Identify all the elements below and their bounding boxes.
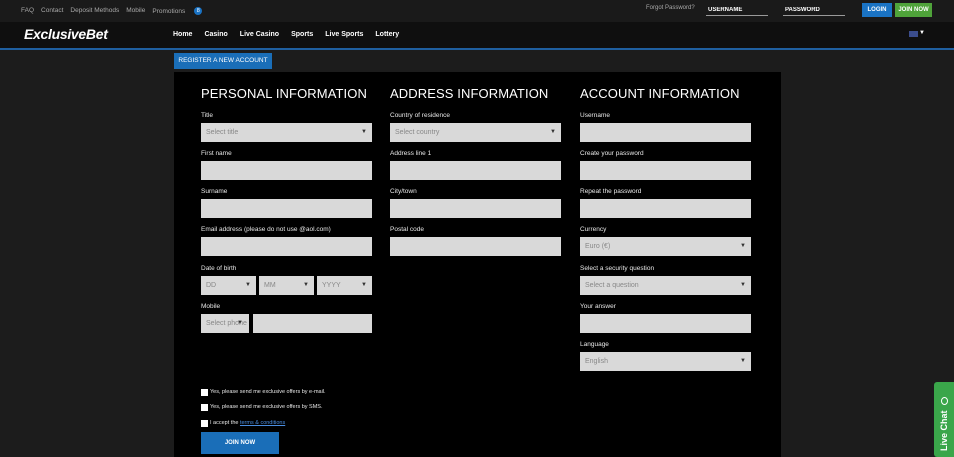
nav-home[interactable]: Home xyxy=(173,31,192,38)
top-bar: FAQ Contact Deposit Methods Mobile Promo… xyxy=(0,0,954,22)
chevron-down-icon: ▼ xyxy=(237,320,243,326)
title-select[interactable]: Select title ▼ xyxy=(201,123,372,142)
city-field[interactable] xyxy=(390,199,561,218)
username-login-input[interactable] xyxy=(706,4,768,16)
phone-prefix-select[interactable]: Select phone ▼ xyxy=(201,314,249,333)
terms-prefix: I accept the xyxy=(210,420,239,426)
chevron-down-icon[interactable]: ▼ xyxy=(919,30,925,36)
chevron-down-icon: ▼ xyxy=(550,129,556,135)
address-line-field[interactable] xyxy=(390,161,561,180)
chat-bubble-icon xyxy=(941,397,948,406)
nav-live-sports[interactable]: Live Sports xyxy=(325,31,363,38)
contact-link[interactable]: Contact xyxy=(41,7,63,15)
country-label: Country of residence xyxy=(390,112,450,119)
join-now-button[interactable]: JOIN NOW xyxy=(201,432,279,454)
chevron-down-icon: ▼ xyxy=(361,129,367,135)
country-select[interactable]: Select country ▼ xyxy=(390,123,561,142)
login-button[interactable]: LOGIN xyxy=(862,3,892,17)
chevron-down-icon: ▼ xyxy=(740,243,746,249)
live-chat-label: Live Chat xyxy=(939,410,949,451)
live-chat-button[interactable]: Live Chat xyxy=(934,382,954,457)
title-select-value: Select title xyxy=(206,129,239,136)
dob-year-select[interactable]: YYYY ▼ xyxy=(317,276,372,295)
terms-checkbox[interactable] xyxy=(201,420,208,427)
password-login-input[interactable] xyxy=(783,4,845,16)
language-flag-icon[interactable] xyxy=(909,31,918,37)
postal-code-field[interactable] xyxy=(390,237,561,256)
dob-day-select[interactable]: DD ▼ xyxy=(201,276,256,295)
faq-link[interactable]: FAQ xyxy=(21,7,34,15)
repeat-password-label: Repeat the password xyxy=(580,188,642,195)
language-label: Language xyxy=(580,341,609,348)
main-nav: Home Casino Live Casino Sports Live Spor… xyxy=(173,31,411,38)
answer-field[interactable] xyxy=(580,314,751,333)
nav-lottery[interactable]: Lottery xyxy=(375,31,399,38)
dob-day-value: DD xyxy=(206,282,217,289)
nav-divider xyxy=(0,48,954,50)
terms-link[interactable]: terms & conditions xyxy=(240,420,285,426)
currency-select[interactable]: Euro (€) ▼ xyxy=(580,237,751,256)
personal-info-title: PERSONAL INFORMATION xyxy=(201,86,367,101)
email-label: Email address (please do not use @aol.co… xyxy=(201,226,331,233)
language-select[interactable]: English ▼ xyxy=(580,352,751,371)
username-label: Username xyxy=(580,112,610,119)
site-logo[interactable]: ExclusiveBet xyxy=(24,26,108,42)
sms-offers-label: Yes, please send me exclusive offers by … xyxy=(210,404,323,410)
email-offers-label: Yes, please send me exclusive offers by … xyxy=(210,389,326,395)
security-question-value: Select a question xyxy=(585,282,639,289)
address-line-label: Address line 1 xyxy=(390,150,432,157)
chevron-down-icon: ▼ xyxy=(740,282,746,288)
chevron-down-icon: ▼ xyxy=(361,282,367,288)
registration-panel: PERSONAL INFORMATION Title Select title … xyxy=(174,72,781,457)
main-nav-bar: ExclusiveBet Home Casino Live Casino Spo… xyxy=(0,22,954,48)
city-label: City/town xyxy=(390,188,417,195)
security-question-select[interactable]: Select a question ▼ xyxy=(580,276,751,295)
title-label: Title xyxy=(201,112,214,119)
repeat-password-field[interactable] xyxy=(580,199,751,218)
surname-field[interactable] xyxy=(201,199,372,218)
email-field[interactable] xyxy=(201,237,372,256)
chevron-down-icon: ▼ xyxy=(303,282,309,288)
sms-offers-checkbox[interactable] xyxy=(201,404,208,411)
mobile-link[interactable]: Mobile xyxy=(126,7,145,15)
account-info-title: ACCOUNT INFORMATION xyxy=(580,86,740,101)
firstname-label: First name xyxy=(201,150,232,157)
country-select-value: Select country xyxy=(395,129,440,136)
nav-live-casino[interactable]: Live Casino xyxy=(240,31,279,38)
address-info-title: ADDRESS INFORMATION xyxy=(390,86,549,101)
promotions-link-label: Promotions xyxy=(152,8,186,15)
firstname-field[interactable] xyxy=(201,161,372,180)
deposit-methods-link[interactable]: Deposit Methods xyxy=(70,7,119,15)
register-tab[interactable]: REGISTER A NEW ACCOUNT xyxy=(174,53,272,69)
chevron-down-icon: ▼ xyxy=(245,282,251,288)
dob-year-value: YYYY xyxy=(322,282,341,289)
username-field[interactable] xyxy=(580,123,751,142)
dob-month-select[interactable]: MM ▼ xyxy=(259,276,314,295)
postal-code-label: Postal code xyxy=(390,226,424,233)
top-links: FAQ Contact Deposit Methods Mobile Promo… xyxy=(21,7,216,15)
dob-label: Date of birth xyxy=(201,265,237,272)
join-now-top-button[interactable]: JOIN NOW xyxy=(895,3,932,17)
promotions-link[interactable]: Promotions 8 xyxy=(152,7,209,15)
live-chat-content: Live Chat xyxy=(934,382,954,457)
mobile-number-field[interactable] xyxy=(253,314,372,333)
dob-month-value: MM xyxy=(264,282,276,289)
currency-label: Currency xyxy=(580,226,607,233)
chevron-down-icon: ▼ xyxy=(740,358,746,364)
surname-label: Surname xyxy=(201,188,228,195)
nav-sports[interactable]: Sports xyxy=(291,31,313,38)
promotions-badge: 8 xyxy=(194,7,203,15)
mobile-label: Mobile xyxy=(201,303,221,310)
terms-label: I accept the terms & conditions xyxy=(210,420,285,426)
currency-select-value: Euro (€) xyxy=(585,243,611,250)
answer-label: Your answer xyxy=(580,303,616,310)
nav-casino[interactable]: Casino xyxy=(204,31,227,38)
password-field[interactable] xyxy=(580,161,751,180)
password-label: Create your password xyxy=(580,150,644,157)
language-select-value: English xyxy=(585,358,608,365)
forgot-password-link[interactable]: Forgot Password? xyxy=(646,5,695,11)
security-question-label: Select a security question xyxy=(580,265,655,272)
email-offers-checkbox[interactable] xyxy=(201,389,208,396)
